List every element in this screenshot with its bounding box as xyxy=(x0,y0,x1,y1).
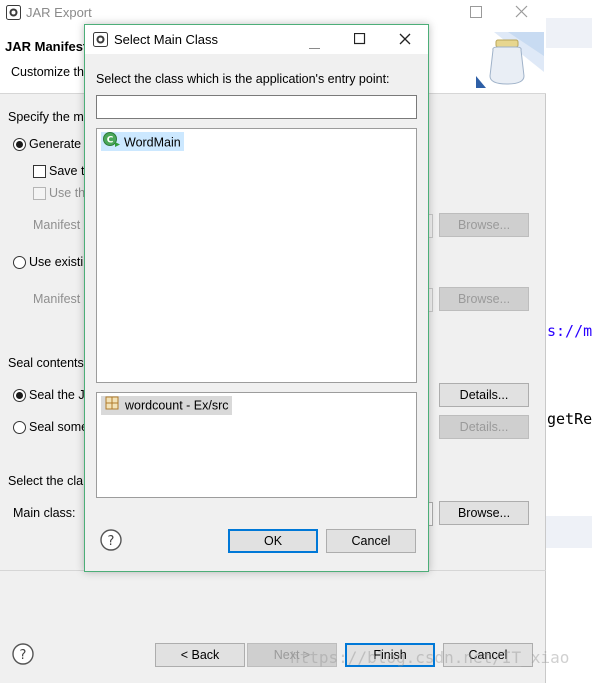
eclipse-app-icon xyxy=(93,32,108,50)
radio-label-seal-some: Seal some xyxy=(29,420,89,434)
dialog-title: Select Main Class xyxy=(114,32,219,47)
help-icon[interactable]: ? xyxy=(100,529,122,554)
browse-button-1[interactable]: Browse... xyxy=(439,213,529,237)
section-label-specify: Specify the m xyxy=(8,110,84,124)
wizard-header-title: JAR Manifest xyxy=(5,39,88,54)
svg-text:?: ? xyxy=(20,648,27,663)
radio-seal-some[interactable] xyxy=(13,421,26,434)
details-button-2[interactable]: Details... xyxy=(439,415,529,439)
browse-button-2[interactable]: Browse... xyxy=(439,287,529,311)
checkbox-save-manifest[interactable] xyxy=(33,165,46,178)
list-item-package[interactable]: wordcount - Ex/src xyxy=(101,396,232,415)
class-search-input[interactable] xyxy=(96,95,417,119)
dialog-titlebar: Select Main Class xyxy=(85,25,428,54)
editor-code-line: s://ma xyxy=(547,322,592,340)
package-icon xyxy=(105,396,119,416)
jar-export-title: JAR Export xyxy=(26,5,92,20)
class-name-label: WordMain xyxy=(124,135,181,150)
manifest-file-label: Manifest xyxy=(33,218,81,232)
details-button-1[interactable]: Details... xyxy=(439,383,529,407)
main-class-label: Main class: xyxy=(13,506,76,520)
package-name-label: wordcount - Ex/src xyxy=(125,398,229,413)
class-main-icon: C xyxy=(103,132,121,154)
ok-button[interactable]: OK xyxy=(228,529,318,553)
watermark-text: https://blog.csdn.net/IT_xiao xyxy=(290,648,570,667)
editor-highlight-band xyxy=(545,516,592,548)
eclipse-app-icon xyxy=(6,5,21,23)
list-item-class[interactable]: C WordMain xyxy=(101,132,184,151)
package-list[interactable]: wordcount - Ex/src xyxy=(96,392,417,498)
help-icon[interactable]: ? xyxy=(12,643,34,668)
jar-wizard-banner-icon xyxy=(474,32,544,97)
class-list[interactable]: C WordMain xyxy=(96,128,417,383)
checkbox-label-save: Save t xyxy=(49,164,85,178)
radio-use-existing-manifest[interactable] xyxy=(13,256,26,269)
background-editor: s://ma getRe xyxy=(545,0,592,683)
checkbox-use-saved[interactable] xyxy=(33,187,46,200)
radio-label-use-existing: Use existi xyxy=(29,255,84,269)
maximize-icon[interactable] xyxy=(470,6,482,21)
radio-generate-manifest[interactable] xyxy=(13,138,26,151)
radio-label-generate: Generate xyxy=(29,137,82,151)
manifest-file-label: Manifest xyxy=(33,292,81,306)
editor-code-line: getRe xyxy=(547,410,592,428)
wizard-header-subtitle: Customize th xyxy=(11,65,84,79)
section-label-seal: Seal contents xyxy=(8,356,84,370)
dialog-cancel-button[interactable]: Cancel xyxy=(326,529,416,553)
svg-text:?: ? xyxy=(108,534,115,549)
radio-seal-jar[interactable] xyxy=(13,389,26,402)
browse-button-main-class[interactable]: Browse... xyxy=(439,501,529,525)
select-main-class-dialog: Select Main Class Select the class which… xyxy=(84,24,429,572)
back-button[interactable]: < Back xyxy=(155,643,245,667)
radio-label-seal-jar: Seal the J xyxy=(29,388,85,402)
maximize-icon[interactable] xyxy=(353,32,366,48)
section-label-select-class: Select the cla xyxy=(8,474,84,488)
editor-highlight-band xyxy=(545,18,592,48)
jar-export-titlebar: JAR Export xyxy=(0,0,546,26)
close-icon[interactable] xyxy=(399,33,412,49)
checkbox-label-use: Use th xyxy=(49,186,86,200)
minimize-icon[interactable] xyxy=(309,39,321,53)
close-icon[interactable] xyxy=(515,5,528,21)
svg-text:C: C xyxy=(107,136,114,146)
dialog-prompt: Select the class which is the applicatio… xyxy=(96,72,390,86)
